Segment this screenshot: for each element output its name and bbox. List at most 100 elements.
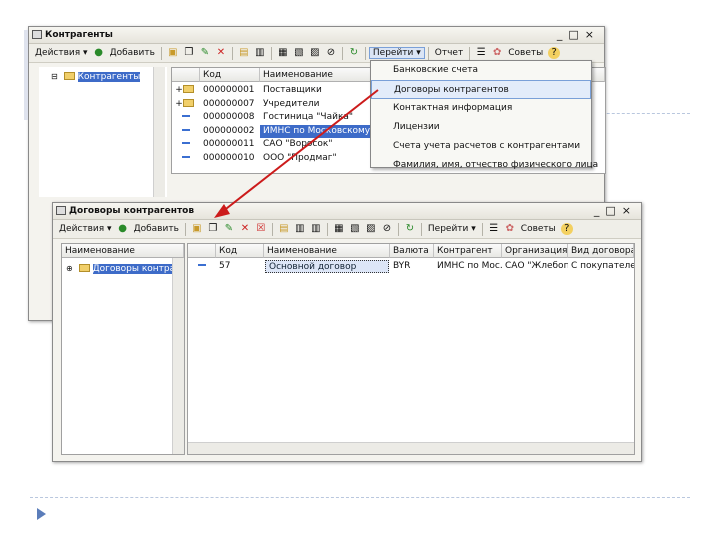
tips-button[interactable]: Советы [505,48,546,58]
add-icon[interactable]: ● [93,47,105,59]
menu-item[interactable]: Фамилия, имя, отчество физического лица [371,156,598,175]
maximize-icon[interactable]: □ [605,204,621,217]
tree-header-name[interactable]: Наименование [62,244,184,258]
row-code[interactable]: 57 [216,260,264,273]
tree-root-item[interactable]: ⊕ Договоры контрагентов [66,262,176,275]
filter-icon[interactable]: ▦ [333,223,345,235]
close-icon[interactable]: × [622,204,637,217]
triangle-bullet-icon [37,508,46,520]
delete-icon[interactable]: ✕ [239,223,251,235]
hierarchy-icon[interactable]: ▤ [278,223,290,235]
add-folder-icon[interactable]: ▣ [191,223,203,235]
folder-icon [78,264,90,272]
contracts-toolbar: Действия ▾ ● Добавить ▣ ❐ ✎ ✕ ☒ ▤ ▥ ▥ ▦ … [53,220,641,239]
column-header-contract-type[interactable]: Вид договора [568,244,634,258]
goto-menu-button[interactable]: Перейти ▾ [368,47,425,59]
column-header-marker[interactable] [172,68,200,82]
edit-icon[interactable]: ✎ [199,47,211,59]
filter-list-icon[interactable]: ▨ [365,223,377,235]
row-code[interactable]: 000000001 [200,84,260,97]
filter-off-icon[interactable]: ⊘ [381,223,393,235]
contracts-window: Договоры контрагентов _□× Действия ▾ ● Д… [52,202,642,462]
level-up-icon[interactable]: ▥ [294,223,306,235]
row-marker[interactable] [172,111,200,124]
column-header-marker[interactable] [188,244,216,258]
row-counterparty[interactable]: ИМНС по Мос... [434,260,502,273]
row-code[interactable]: 000000011 [200,138,260,151]
list-settings-icon[interactable]: ☰ [488,223,500,235]
background-window-edge [24,30,28,120]
actions-menu-button[interactable]: Действия ▾ [32,48,91,58]
tips-button[interactable]: Советы [518,224,559,234]
row-contract-type[interactable]: С покупателе [568,260,634,273]
hierarchy-icon[interactable]: ▤ [238,47,250,59]
row-code[interactable]: 000000002 [200,125,260,138]
menu-item[interactable]: Счета учета расчетов с контрагентами [371,137,591,156]
window-icon [56,206,66,215]
actions-menu-button[interactable]: Действия ▾ [56,224,115,234]
tips-icon[interactable]: ✿ [504,223,516,235]
help-icon[interactable]: ? [560,223,573,235]
filter-value-icon[interactable]: ▧ [293,47,305,59]
column-header-code[interactable]: Код [200,68,260,82]
expand-icon[interactable]: ⊟ [51,72,58,81]
filter-icon[interactable]: ▦ [277,47,289,59]
menu-item[interactable]: Договоры контрагентов [371,80,591,99]
contracts-tree: Наименование ⊕ Договоры контрагентов [61,243,185,455]
copy-icon[interactable]: ❐ [207,223,219,235]
list-horizontal-scrollbar[interactable] [188,442,634,454]
row-code[interactable]: 000000008 [200,111,260,124]
minimize-icon[interactable]: _ [557,28,569,41]
maximize-icon[interactable]: □ [568,28,584,41]
column-header-organization[interactable]: Организация [502,244,568,258]
delete-icon[interactable]: ✕ [215,47,227,59]
row-marker[interactable] [172,152,200,165]
filter-list-icon[interactable]: ▨ [309,47,321,59]
tree-root-item[interactable]: ⊟ Контрагенты [51,70,167,83]
refresh-icon[interactable]: ↻ [404,223,416,235]
row-marker[interactable] [172,138,200,151]
goto-menu-button[interactable]: Перейти ▾ [425,224,479,234]
level-down-icon[interactable]: ▥ [310,223,322,235]
column-header-code[interactable]: Код [216,244,264,258]
column-header-name[interactable]: Наименование [264,244,390,258]
column-header-counterparty[interactable]: Контрагент [434,244,502,258]
tips-icon[interactable]: ✿ [491,47,503,59]
edit-icon[interactable]: ✎ [223,223,235,235]
add-button[interactable]: Добавить [107,48,158,58]
filter-off-icon[interactable]: ⊘ [325,47,337,59]
row-marker [188,260,216,273]
add-folder-icon[interactable]: ▣ [167,47,179,59]
tree-scrollbar[interactable] [153,67,165,197]
report-button[interactable]: Отчет [432,48,466,58]
row-code[interactable]: 000000007 [200,98,260,111]
help-icon[interactable]: ? [548,47,561,59]
copy-icon[interactable]: ❐ [183,47,195,59]
close-icon[interactable]: × [585,28,600,41]
item-icon [182,115,190,117]
bottom-divider [30,497,690,498]
refresh-icon[interactable]: ↻ [348,47,360,59]
row-name[interactable]: Основной договор [265,260,389,273]
add-button[interactable]: Добавить [131,224,182,234]
tree-scrollbar[interactable] [172,258,184,454]
folder-icon [182,98,194,107]
menu-item[interactable]: Банковские счета [371,61,591,80]
window-icon [32,30,42,39]
menu-item[interactable]: Лицензии [371,118,591,137]
add-icon[interactable]: ● [117,223,129,235]
level-up-icon[interactable]: ▥ [254,47,266,59]
column-header-currency[interactable]: Валюта [390,244,434,258]
row-currency[interactable]: BYR [390,260,434,273]
row-code[interactable]: 000000010 [200,152,260,165]
row-marker[interactable]: + [172,98,200,111]
menu-item[interactable]: Контактная информация [371,99,591,118]
expand-icon[interactable]: ⊕ [66,264,73,273]
row-marker[interactable]: + [172,84,200,97]
list-settings-icon[interactable]: ☰ [475,47,487,59]
row-organization[interactable]: САО "Жлебоп... [502,260,568,273]
row-marker[interactable] [172,125,200,138]
filter-value-icon[interactable]: ▧ [349,223,361,235]
mark-delete-icon[interactable]: ☒ [255,223,267,235]
minimize-icon[interactable]: _ [594,204,606,217]
